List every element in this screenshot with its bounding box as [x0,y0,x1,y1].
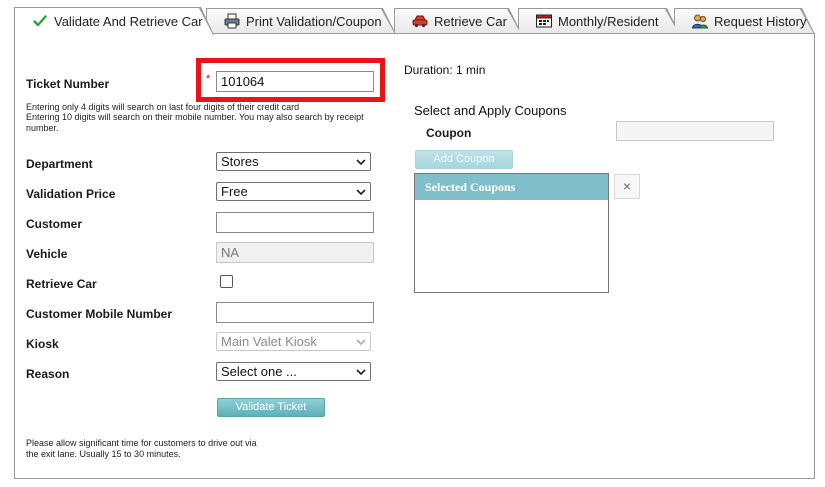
add-coupon-button: Add Coupon [415,150,513,169]
coupon-label: Coupon [426,126,472,140]
reason-value: Select one ... [221,364,297,379]
chevron-down-icon [356,338,366,345]
validation-price-select[interactable]: Free [216,182,371,201]
users-icon [692,13,708,29]
kiosk-label: Kiosk [26,337,59,351]
selected-coupons-header: Selected Coupons [415,174,608,200]
selected-coupons-list: Selected Coupons [414,173,609,293]
reason-select[interactable]: Select one ... [216,362,371,381]
customer-label: Customer [26,217,83,231]
tab-print-validation[interactable]: Print Validation/Coupon [206,8,396,34]
tab-monthly-resident[interactable]: Monthly/Resident [518,8,680,34]
retrieve-car-checkbox[interactable] [220,275,233,288]
required-marker: * [206,73,211,85]
ticket-number-label: Ticket Number [26,77,110,91]
tab-label: Request History [714,13,807,29]
chevron-down-icon [356,158,366,165]
validate-ticket-button[interactable]: Validate Ticket [217,398,325,417]
tab-label: Monthly/Resident [558,13,659,29]
coupon-input [616,121,774,141]
kiosk-value: Main Valet Kiosk [221,334,317,349]
remove-coupon-button[interactable]: × [614,174,640,199]
car-icon [412,13,428,29]
tab-label: Validate And Retrieve Car [54,13,203,29]
vehicle-label: Vehicle [26,247,68,261]
tab-label: Retrieve Car [434,13,507,29]
tab-validate-retrieve[interactable]: Validate And Retrieve Car [14,7,214,35]
department-select[interactable]: Stores [216,152,371,171]
drive-out-note-line1: Please allow significant time for custom… [26,438,257,448]
kiosk-select: Main Valet Kiosk [216,332,371,351]
reason-label: Reason [26,367,70,381]
ticket-help-line1: Entering only 4 digits will search on la… [26,102,300,112]
customer-input[interactable] [216,212,374,233]
calendar-icon [536,13,552,29]
tab-request-history[interactable]: Request History [674,8,815,34]
vehicle-input: NA [216,242,374,263]
mobile-number-input[interactable] [216,302,374,323]
drive-out-note-line2: the exit lane. Usually 15 to 30 minutes. [26,449,181,459]
tab-retrieve-car[interactable]: Retrieve Car [394,8,522,34]
validation-price-label: Validation Price [26,187,116,201]
printer-icon [224,13,240,29]
checkmark-icon [32,13,48,29]
validation-price-value: Free [221,184,248,199]
mobile-number-label: Customer Mobile Number [26,307,173,321]
ticket-help-line3: number. [26,123,59,133]
tab-label: Print Validation/Coupon [246,13,382,29]
coupons-section-title: Select and Apply Coupons [414,103,567,118]
duration-text: Duration: 1 min [404,63,486,77]
retrieve-car-label: Retrieve Car [26,277,97,291]
department-value: Stores [221,154,259,169]
department-label: Department [26,157,93,171]
chevron-down-icon [356,368,366,375]
ticket-help-line2: Entering 10 digits will search on their … [26,112,364,122]
ticket-number-input[interactable]: 101064 [216,71,374,92]
chevron-down-icon [356,188,366,195]
tab-bar: Validate And Retrieve Car Print Validati… [0,0,825,34]
